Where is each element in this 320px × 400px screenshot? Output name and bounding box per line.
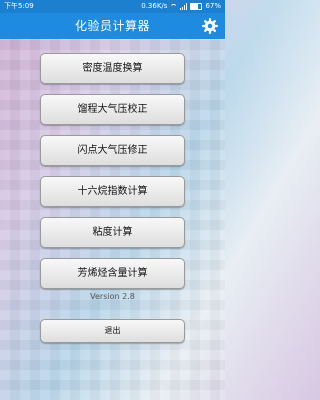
network-speed: 0.36K/s [141, 2, 168, 10]
battery-icon [190, 3, 203, 10]
battery-percent: 67% [205, 2, 221, 10]
exit-button[interactable]: 退出 [40, 319, 185, 343]
status-time: 下午5:09 [4, 2, 34, 10]
gear-icon[interactable] [201, 17, 219, 35]
distillation-pressure-button[interactable]: 馏程大气压校正 [40, 94, 185, 125]
status-indicators: 0.36K/s 67% [141, 0, 221, 13]
app-bar: 化验员计算器 [0, 13, 225, 39]
status-bar: 下午5:09 0.36K/s 67% [0, 0, 225, 13]
wifi-icon [170, 3, 177, 10]
cetane-index-button[interactable]: 十六烷指数计算 [40, 176, 185, 207]
calculator-menu: 密度温度换算 馏程大气压校正 闪点大气压修正 十六烷指数计算 粘度计算 芳烯烃含… [40, 53, 185, 299]
version-label: Version 2.8 [90, 292, 135, 301]
signal-icon [180, 3, 188, 10]
density-temperature-button[interactable]: 密度温度换算 [40, 53, 185, 84]
app-title: 化验员计算器 [74, 19, 150, 33]
aromatics-olefins-button[interactable]: 芳烯烃含量计算 [40, 258, 185, 289]
viscosity-button[interactable]: 粘度计算 [40, 217, 185, 248]
flash-point-pressure-button[interactable]: 闪点大气压修正 [40, 135, 185, 166]
